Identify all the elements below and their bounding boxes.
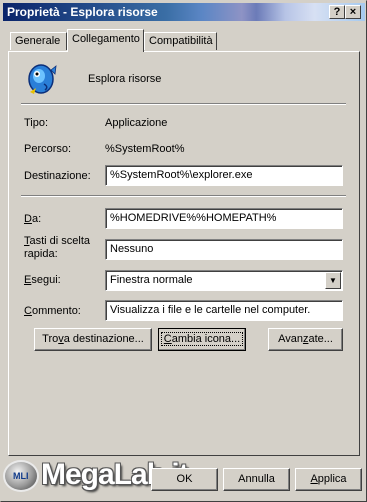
explorer-fish-icon (28, 64, 57, 94)
close-button[interactable]: × (345, 5, 361, 19)
tab-panel: Esplora risorse Tipo: Applicazione Perco… (8, 51, 360, 456)
run-label: Esegui: (24, 274, 61, 286)
cancel-button[interactable]: Annulla (223, 468, 290, 491)
hotkey-label: Tasti di scelta rapida: (24, 235, 91, 260)
separator-top (21, 103, 346, 105)
properties-dialog: Proprietà - Esplora risorse ? × Generale… (0, 0, 367, 502)
title-bar[interactable]: Proprietà - Esplora risorse ? × (3, 3, 365, 21)
destination-label: Destinazione: (24, 170, 91, 182)
run-dropdown-value: Finestra normale (110, 274, 193, 286)
advanced-button[interactable]: Avanzate... (268, 328, 343, 351)
tab-collegamento[interactable]: Collegamento (67, 29, 144, 52)
apply-button[interactable]: Applica (295, 468, 362, 491)
hotkey-field[interactable]: Nessuno (105, 239, 343, 260)
app-name: Esplora risorse (88, 73, 162, 85)
path-label: Percorso: (24, 143, 72, 155)
window-title: Proprietà - Esplora risorse (7, 5, 158, 19)
type-value: Applicazione (105, 117, 168, 129)
comment-label: Commento: (24, 305, 81, 317)
tab-compatibilita[interactable]: Compatibilità (144, 32, 217, 50)
run-dropdown[interactable]: Finestra normale ▼ (105, 270, 343, 291)
start-in-field[interactable]: %HOMEDRIVE%%HOMEPATH% (105, 208, 343, 229)
comment-field[interactable]: Visualizza i file e le cartelle nel comp… (105, 300, 343, 321)
mli-badge-icon: MLI (3, 460, 39, 492)
help-button[interactable]: ? (329, 5, 345, 19)
path-value: %SystemRoot% (105, 143, 185, 155)
type-label: Tipo: (24, 117, 49, 129)
change-icon-button[interactable]: Cambia icona... (158, 328, 246, 351)
ok-button[interactable]: OK (151, 468, 218, 491)
chevron-down-icon[interactable]: ▼ (325, 272, 341, 289)
start-in-label: Da: (24, 213, 42, 225)
separator-middle (21, 195, 346, 197)
tab-generale[interactable]: Generale (10, 32, 67, 50)
find-target-button[interactable]: Trova destinazione... (34, 328, 152, 351)
destination-field[interactable]: %SystemRoot%\explorer.exe (105, 165, 343, 186)
